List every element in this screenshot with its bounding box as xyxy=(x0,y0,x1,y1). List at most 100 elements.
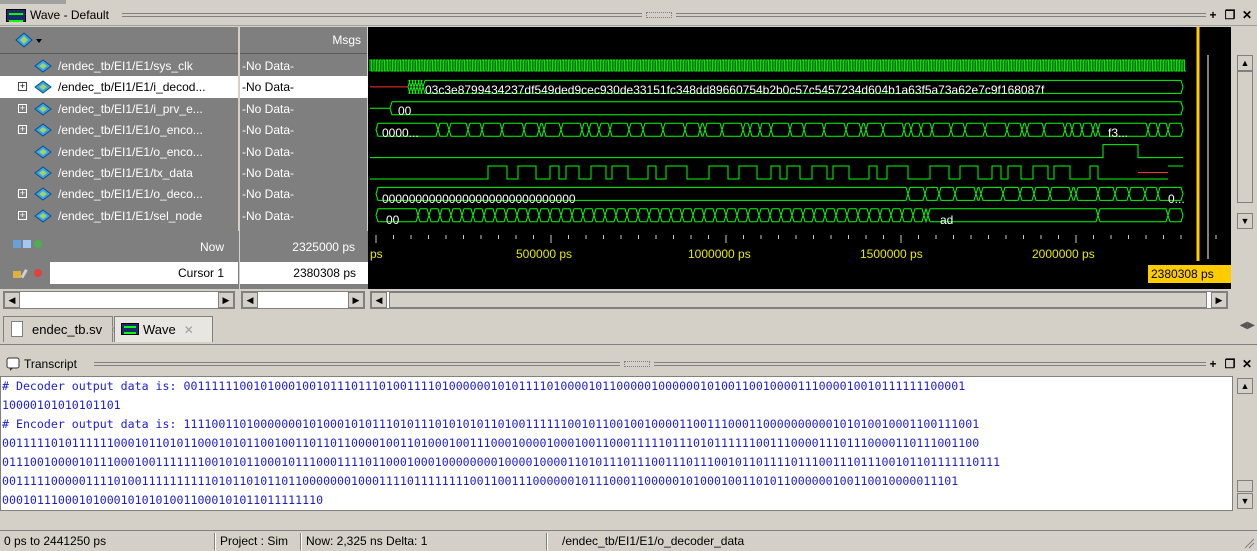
expand-icon[interactable]: + xyxy=(18,82,27,92)
undock-icon[interactable]: ❐ xyxy=(1222,357,1238,372)
tab-close-icon[interactable]: ✕ xyxy=(184,323,194,337)
transcript-line: 0111001000010111000100111111100101011000… xyxy=(2,455,1001,469)
signal-row[interactable]: + /endec_tb/EI1/E1/o_deco... xyxy=(0,183,238,205)
tab-scroll-arrows-icon[interactable]: ◀▶ xyxy=(1240,320,1255,331)
wave-plot-svg: 03c3e8799434237df549ded9cec930de33151fc3… xyxy=(369,27,1209,231)
signal-value: -No Data- xyxy=(242,187,295,202)
signal-row[interactable]: + /endec_tb/EI1/E1/i_decod... xyxy=(0,76,238,99)
transcript-line: 0011111010111111000101101011000101011001… xyxy=(2,436,980,450)
signal-value: -No Data- xyxy=(240,76,368,99)
scroll-down-icon[interactable]: ▼ xyxy=(1237,213,1253,229)
scroll-up-icon[interactable]: ▲ xyxy=(1237,378,1253,394)
cursor-name-field[interactable]: Cursor 1 xyxy=(50,262,238,284)
scroll-up-icon[interactable]: ▲ xyxy=(1237,55,1253,71)
now-label: Now xyxy=(199,240,224,254)
transcript-grip-handle[interactable] xyxy=(624,361,650,367)
scroll-right-icon[interactable]: ▶ xyxy=(218,292,234,308)
wave-window-title: Wave - Default xyxy=(30,8,109,22)
scroll-thumb[interactable] xyxy=(1237,71,1253,203)
waveform-trace xyxy=(370,165,1168,180)
signal-row[interactable]: + /endec_tb/EI1/E1/sel_node xyxy=(0,205,238,227)
wave-vertical-scrollbar[interactable]: ▲ ▼ xyxy=(1233,27,1257,231)
transcript-line: # Encoder output data is: 11110011010000… xyxy=(2,417,980,431)
titlebar-grip-handle[interactable] xyxy=(646,12,672,18)
transcript-line: # ** Note: $finish : C:/Users/yutua/Desk… xyxy=(2,510,1232,511)
transcript-vertical-scrollbar[interactable]: ▲ ▼ xyxy=(1233,376,1257,511)
scroll-left-icon[interactable]: ◀ xyxy=(4,292,20,308)
wave-horizontal-scrollbars: ◀ ▶ ◀ ▶ ◀ ▶ xyxy=(0,289,1257,311)
transcript-title: Transcript xyxy=(24,357,77,371)
wave-plot[interactable]: 03c3e8799434237df549ded9cec930de33151fc3… xyxy=(368,27,1231,231)
signal-name: /endec_tb/EI1/E1/o_deco... xyxy=(58,187,203,202)
signal-name: /endec_tb/EI1/E1/sel_node xyxy=(58,208,203,223)
transcript-text[interactable]: # Decoder output data is: 00111111001010… xyxy=(1,377,1232,511)
signal-row[interactable]: + /endec_tb/EI1/E1/i_prv_e... xyxy=(0,98,238,120)
wave-hscroll[interactable]: ◀ ▶ xyxy=(370,291,1228,309)
waveform-trace xyxy=(375,122,1184,137)
time-tick-label: 2000000 ps xyxy=(1032,247,1095,261)
signal-row[interactable]: /endec_tb/EI1/E1/o_enco... xyxy=(0,141,238,163)
signal-menu-icon[interactable] xyxy=(14,32,44,48)
lock-cursor-icon[interactable] xyxy=(12,267,44,279)
signal-name: /endec_tb/EI1/E1/sys_clk xyxy=(58,59,193,73)
scroll-right-icon[interactable]: ▶ xyxy=(1211,292,1227,308)
signal-name-pane: /endec_tb/EI1/E1/sys_clk + /endec_tb/EI1/E… xyxy=(0,27,238,231)
status-separator xyxy=(300,533,302,550)
transcript-titlebar[interactable]: Transcript + ❐ ✕ xyxy=(0,353,1257,375)
scroll-right-icon[interactable]: ▶ xyxy=(348,292,364,308)
wave-label-o-enco-b: f3... xyxy=(1108,126,1128,140)
cursor-time-marker-text: 2380308 ps xyxy=(1151,267,1214,281)
titlebar-grip-left xyxy=(122,13,642,17)
wave-label-i-prv: 00 xyxy=(398,104,412,118)
scroll-thumb[interactable] xyxy=(1237,480,1253,492)
status-bar: 0 ps to 2441250 ps Project : Sim Now: 2,… xyxy=(0,530,1257,551)
wave-window-icon xyxy=(6,9,26,22)
close-icon[interactable]: ✕ xyxy=(1239,8,1255,23)
tab-label: endec_tb.sv xyxy=(32,322,103,337)
signal-value: -No Data- xyxy=(242,208,295,223)
tab-endec-tb-sv[interactable]: endec_tb.sv✕ xyxy=(3,316,120,342)
wave-label-o-deco-b: 0... xyxy=(1168,192,1185,206)
expand-icon[interactable]: + xyxy=(18,210,27,220)
expand-icon[interactable]: + xyxy=(18,125,27,135)
signal-diamond-icon xyxy=(34,123,52,137)
cursor-value: 2380308 ps xyxy=(293,266,356,280)
scroll-left-icon[interactable]: ◀ xyxy=(371,292,387,308)
status-separator xyxy=(546,533,548,550)
tab-wave[interactable]: Wave ✕ xyxy=(114,316,213,342)
wave-label-sel-b: ad xyxy=(940,213,953,227)
dock-icon[interactable]: + xyxy=(1205,357,1221,372)
wave-hscroll-thumb[interactable] xyxy=(389,292,1207,308)
transcript-line: 0011111000001111010011111111110101101011… xyxy=(2,474,959,488)
wave-label-o-enco-a: 0000... xyxy=(382,126,419,140)
time-tick-labels: ps 500000 ps 1000000 ps 1500000 ps 2000000 p… xyxy=(370,247,1095,261)
wave-icon xyxy=(121,323,139,335)
tab-label: Wave xyxy=(143,322,176,337)
close-icon[interactable]: ✕ xyxy=(1239,357,1255,372)
cursor-value-field[interactable]: 2380308 ps xyxy=(240,262,368,284)
signal-row[interactable]: /endec_tb/EI1/E1/sys_clk xyxy=(0,55,238,77)
transcript-body[interactable]: # Decoder output data is: 00111111001010… xyxy=(0,376,1233,511)
resize-grip-icon[interactable] xyxy=(1241,535,1255,549)
signal-row[interactable]: + /endec_tb/EI1/E1/o_enco... xyxy=(0,119,238,141)
name-hscroll[interactable]: ◀ ▶ xyxy=(3,291,235,309)
signal-diamond-icon xyxy=(34,166,52,180)
time-ticks xyxy=(375,235,1217,243)
waveform-trace xyxy=(375,207,1184,224)
time-area-gutter xyxy=(1231,231,1257,289)
expand-icon[interactable]: + xyxy=(18,103,27,113)
expand-icon[interactable]: + xyxy=(18,189,27,199)
status-separator xyxy=(214,533,216,550)
scroll-down-icon[interactable]: ▼ xyxy=(1237,493,1253,509)
wave-label-i-decod: 03c3e8799434237df549ded9cec930de33151fc3… xyxy=(425,83,1045,97)
signal-row[interactable]: /endec_tb/EI1/E1/tx_data xyxy=(0,162,238,184)
wave-window-titlebar[interactable]: Wave - Default + ❐ ✕ xyxy=(0,4,1257,26)
value-hscroll[interactable]: ◀ ▶ xyxy=(241,291,365,309)
scroll-left-icon[interactable]: ◀ xyxy=(242,292,258,308)
signal-value-pane: Msgs -No Data- -No Data- -No Data- -No Data… xyxy=(239,27,368,231)
dock-icon[interactable]: + xyxy=(1205,8,1221,23)
add-cursor-icon[interactable] xyxy=(12,238,44,250)
undock-icon[interactable]: ❐ xyxy=(1222,8,1238,23)
time-axis[interactable]: ps 500000 ps 1000000 ps 1500000 ps 2000000 p… xyxy=(368,231,1231,289)
name-column-header xyxy=(0,27,238,54)
